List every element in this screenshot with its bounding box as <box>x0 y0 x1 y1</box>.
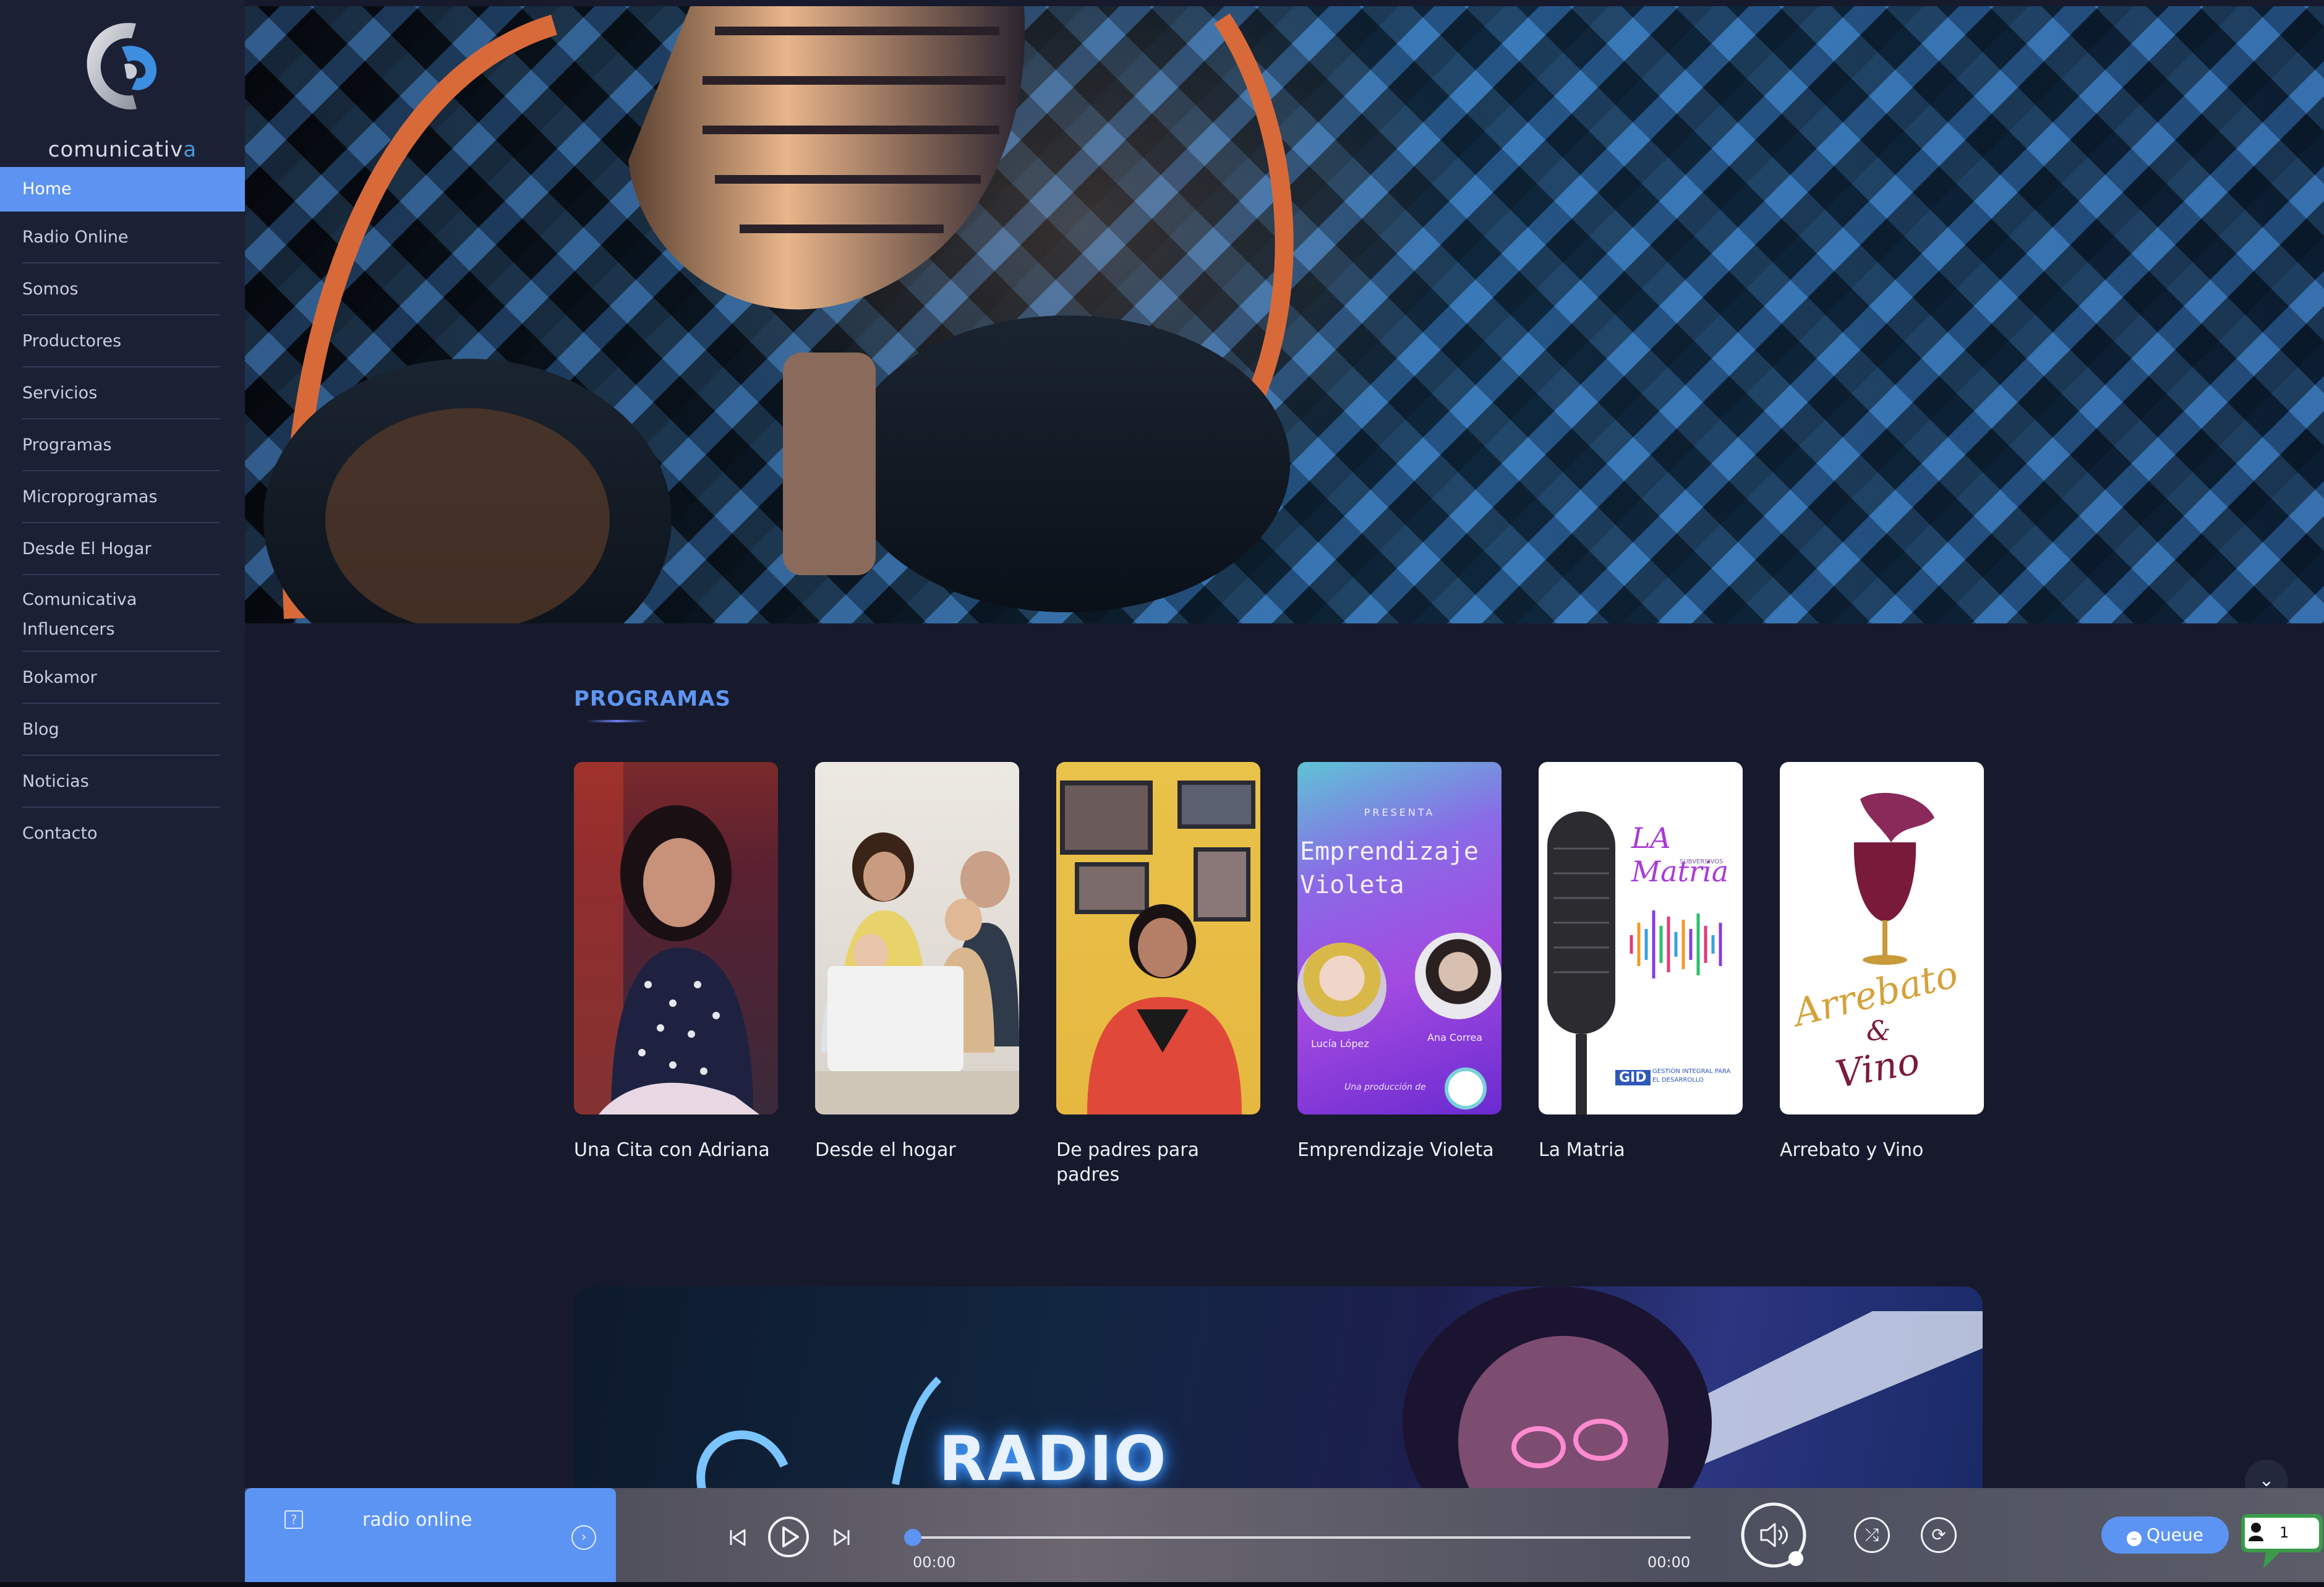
next-track-icon[interactable] <box>830 1525 855 1550</box>
sidebar-item-comunicativa-influencers[interactable]: Comunicativa Influencers <box>0 575 245 652</box>
track-title: radio online <box>362 1509 472 1531</box>
user-icon <box>2251 1523 2261 1533</box>
section-title-programas: PROGRAMAS <box>574 687 732 711</box>
sidebar-item-radio-online[interactable]: Radio Online <box>0 212 245 263</box>
program-title[interactable]: La Matria <box>1539 1138 1743 1163</box>
program-thumbnail[interactable] <box>815 762 1019 1114</box>
repeat-icon: ⟳ <box>1931 1525 1946 1545</box>
sidebar-item-programas[interactable]: Programas <box>0 419 245 471</box>
app-root: comunicativa Home Radio Online Somos Pro… <box>0 0 2324 1587</box>
repeat-button[interactable]: ⟳ <box>1921 1517 1957 1553</box>
sidebar-nav: Home Radio Online Somos Productores Serv… <box>0 167 245 860</box>
microphone-headphones-illustration <box>263 6 1294 623</box>
program-thumbnail[interactable] <box>574 762 778 1114</box>
play-icon[interactable] <box>767 1515 810 1559</box>
sidebar-item-noticias[interactable]: Noticias <box>0 756 245 808</box>
svg-text:1: 1 <box>2279 1524 2289 1541</box>
program-card-la-matria[interactable]: LA Matria SUBVERSIVOS GID GESTIÓN INTEGR… <box>1539 762 1743 1163</box>
sidebar-item-home[interactable]: Home <box>0 167 245 212</box>
sidebar-item-contacto[interactable]: Contacto <box>0 808 245 860</box>
radio-banner[interactable]: RADIO <box>574 1286 1983 1497</box>
program-card-arrebato-y-vino[interactable]: Arrebato & Vino Arrebato y Vino <box>1780 762 1984 1163</box>
program-thumbnail[interactable]: LA Matria SUBVERSIVOS GID GESTIÓN INTEGR… <box>1539 762 1743 1114</box>
volume-button[interactable] <box>1739 1500 1813 1575</box>
poster-footer: Una producción de <box>1344 1082 1426 1092</box>
family-illustration <box>815 832 1019 1114</box>
previous-track-icon[interactable] <box>725 1525 750 1550</box>
program-card-emprendizaje-violeta[interactable]: PRESENTA Emprendizaje Violeta Lucía Lópe… <box>1297 762 1502 1163</box>
radio-banner-text: RADIO <box>939 1422 1168 1495</box>
host-name-right: Ana Correa <box>1427 1032 1483 1043</box>
progress-track[interactable] <box>913 1536 1691 1539</box>
host-photo-right <box>1415 933 1502 1019</box>
program-thumbnail[interactable]: PRESENTA Emprendizaje Violeta Lucía Lópe… <box>1297 762 1502 1114</box>
sidebar-item-productores[interactable]: Productores <box>0 315 245 367</box>
microphone-poster-illustration <box>1547 811 1722 1114</box>
hero-image <box>245 6 2324 623</box>
program-title[interactable]: Emprendizaje Violeta <box>1297 1138 1502 1163</box>
shuffle-icon: ⤮ <box>1865 1525 1879 1545</box>
program-card-una-cita-con-adriana[interactable]: Una Cita con Adriana <box>574 762 778 1163</box>
window-bottom-edge <box>0 1582 2324 1587</box>
program-title[interactable]: Arrebato y Vino <box>1780 1138 1984 1163</box>
poster-presenta: PRESENTA <box>1364 806 1435 818</box>
portrait-illustration <box>574 762 759 1114</box>
progress-knob[interactable] <box>904 1529 921 1546</box>
host-name-left: Lucía López <box>1311 1038 1369 1050</box>
radio-banner-illustration <box>696 1286 1983 1497</box>
poster-brand: LA Matria <box>1631 821 1729 888</box>
poster-org-sub: GESTIÓN INTEGRAL PARA EL DESARROLLO <box>1652 1068 1731 1084</box>
minus-circle-icon: – <box>2127 1531 2142 1546</box>
host-photo-left <box>1297 943 1386 1032</box>
time-total: 00:00 <box>1647 1554 1691 1571</box>
brand-logo[interactable]: comunicativa <box>0 12 245 162</box>
program-card-de-padres-para-padres[interactable]: De padres para padres <box>1056 762 1260 1187</box>
queue-button[interactable]: – Queue <box>2101 1516 2229 1554</box>
track-thumbnail-icon: ? <box>284 1510 303 1529</box>
poster-org: GID <box>1615 1070 1651 1085</box>
chat-widget-button[interactable]: 1 <box>2236 1509 2323 1571</box>
time-current: 00:00 <box>913 1554 956 1571</box>
sidebar-item-desde-el-hogar[interactable]: Desde El Hogar <box>0 523 245 575</box>
program-title[interactable]: De padres para padres <box>1056 1138 1260 1187</box>
program-title[interactable]: Una Cita con Adriana <box>574 1138 778 1163</box>
program-thumbnail[interactable]: Arrebato & Vino <box>1780 762 1984 1114</box>
sidebar-item-servicios[interactable]: Servicios <box>0 367 245 419</box>
title-underline <box>586 720 648 722</box>
expand-arrow-icon[interactable]: › <box>571 1525 596 1550</box>
sidebar-item-bokamor[interactable]: Bokamor <box>0 652 245 704</box>
sidebar: comunicativa Home Radio Online Somos Pro… <box>0 0 245 1587</box>
program-thumbnail[interactable] <box>1056 762 1260 1114</box>
shuffle-button[interactable]: ⤮ <box>1854 1517 1890 1553</box>
poster-title-line2: Violeta <box>1300 871 1404 899</box>
sidebar-item-microprogramas[interactable]: Microprogramas <box>0 471 245 523</box>
program-title[interactable]: Desde el hogar <box>815 1138 1019 1163</box>
brand-logo-text: comunicativa <box>48 137 197 162</box>
sidebar-item-somos[interactable]: Somos <box>0 263 245 315</box>
woman-with-photos-illustration <box>1060 781 1255 1114</box>
program-card-desde-el-hogar[interactable]: Desde el hogar <box>815 762 1019 1163</box>
now-playing-card[interactable]: ? radio online › <box>245 1488 616 1582</box>
sidebar-item-blog[interactable]: Blog <box>0 704 245 756</box>
poster-amp: & <box>1866 1016 1891 1047</box>
comunicativa-logo-icon <box>87 23 157 110</box>
poster-title-line1: Emprendizaje <box>1300 837 1479 866</box>
producer-logo-icon <box>1445 1067 1487 1110</box>
poster-sub: SUBVERSIVOS <box>1680 858 1724 865</box>
